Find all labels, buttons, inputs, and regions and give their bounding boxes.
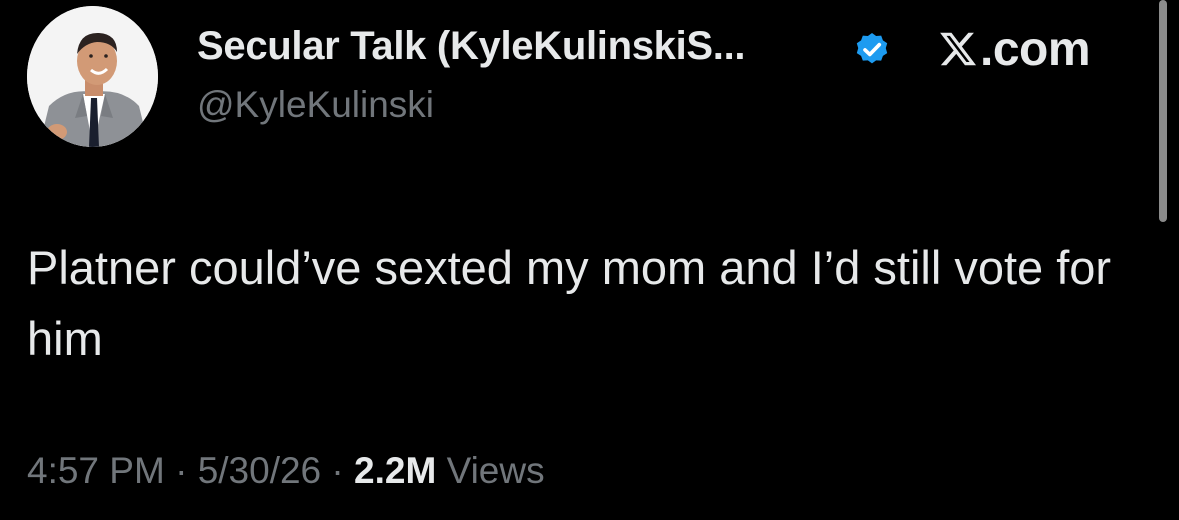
avatar[interactable] (27, 6, 158, 147)
tweet-date[interactable]: 5/30/26 (198, 450, 321, 491)
tweet-text: Platner could’ve sexted my mom and I’d s… (27, 241, 1112, 365)
x-logo-icon (940, 32, 977, 66)
x-com-brand: .com (938, 21, 1091, 77)
meta-separator: · (175, 450, 188, 491)
views-count[interactable]: 2.2M (354, 450, 436, 491)
verified-badge-icon (856, 32, 888, 64)
user-handle[interactable]: @KyleKulinski (197, 84, 434, 126)
tweet-meta: 4:57 PM · 5/30/26 · 2.2M Views (27, 450, 545, 492)
display-name[interactable]: Secular Talk (KyleKulinskiS... (197, 24, 746, 69)
tweet-time[interactable]: 4:57 PM (27, 450, 165, 491)
meta-separator: · (331, 450, 344, 491)
brand-label: .com (980, 22, 1091, 76)
tweet-card: Secular Talk (KyleKulinskiS... @KyleKuli… (0, 0, 1179, 520)
scrollbar[interactable] (1159, 0, 1167, 222)
avatar-photo-icon (27, 6, 158, 147)
views-label: Views (446, 450, 545, 491)
